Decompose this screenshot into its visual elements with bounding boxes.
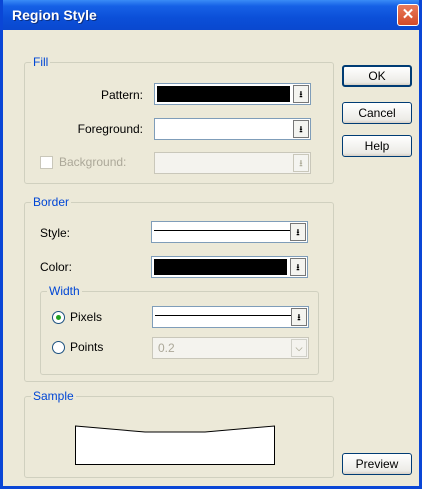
background-checkbox[interactable] — [40, 156, 53, 169]
region-style-dialog: Region Style ✕ Fill Pattern: ⭳ Foregroun… — [0, 0, 422, 489]
dropdown-arrow-icon[interactable]: ⭳ — [291, 308, 307, 326]
dropdown-arrow-icon[interactable]: ⭳ — [293, 120, 309, 138]
border-group-title: Border — [31, 195, 72, 209]
points-dropdown[interactable]: 0.2 ⌵ — [152, 337, 309, 359]
close-icon: ✕ — [401, 6, 415, 23]
pattern-label: Pattern: — [100, 88, 143, 102]
width-group: Width Pixels ⭳ Points 0.2 ⌵ — [40, 284, 319, 375]
pattern-dropdown[interactable]: ⭳ — [154, 83, 311, 105]
pixel-width-sample — [155, 315, 304, 316]
sample-preview — [75, 425, 275, 465]
style-label: Style: — [40, 226, 71, 240]
preview-button[interactable]: Preview — [342, 453, 412, 475]
chevron-down-icon[interactable]: ⌵ — [291, 339, 307, 357]
dropdown-arrow-icon[interactable]: ⭳ — [293, 154, 309, 172]
radio-selected-dot — [56, 315, 61, 320]
border-color-dropdown[interactable]: ⭳ — [151, 256, 308, 278]
line-style-sample — [154, 230, 303, 231]
pixels-radio[interactable] — [52, 311, 65, 324]
title-bar[interactable]: Region Style ✕ — [3, 0, 419, 30]
cancel-button[interactable]: Cancel — [342, 102, 412, 124]
points-radio[interactable] — [52, 341, 65, 354]
ok-button[interactable]: OK — [342, 65, 412, 87]
sample-group-title: Sample — [31, 389, 76, 403]
help-button[interactable]: Help — [342, 135, 412, 157]
foreground-dropdown[interactable]: ⭳ — [154, 118, 311, 140]
width-group-title: Width — [47, 284, 82, 298]
border-group: Border Style: ⭳ Color: ⭳ Width Pixels ⭳ … — [24, 195, 334, 382]
sample-group: Sample — [24, 389, 334, 478]
close-button[interactable]: ✕ — [397, 4, 419, 26]
dropdown-arrow-icon[interactable]: ⭳ — [290, 258, 306, 276]
fill-group-title: Fill — [31, 55, 51, 69]
background-label: Background: — [59, 155, 127, 169]
foreground-label: Foreground: — [77, 122, 143, 136]
dropdown-arrow-icon[interactable]: ⭳ — [290, 223, 306, 241]
points-label: Points — [70, 340, 104, 354]
fill-group: Fill Pattern: ⭳ Foreground: ⭳ Background… — [24, 55, 334, 184]
border-color-swatch — [154, 259, 287, 275]
pattern-swatch — [157, 86, 290, 102]
dropdown-arrow-icon[interactable]: ⭳ — [293, 85, 309, 103]
border-style-dropdown[interactable]: ⭳ — [151, 221, 308, 243]
dialog-title: Region Style — [12, 7, 97, 23]
background-dropdown[interactable]: ⭳ — [154, 152, 311, 174]
pixels-dropdown[interactable]: ⭳ — [152, 306, 309, 328]
pixels-label: Pixels — [70, 310, 103, 324]
points-value: 0.2 — [158, 341, 175, 355]
foreground-swatch — [157, 121, 290, 137]
color-label: Color: — [40, 260, 73, 274]
